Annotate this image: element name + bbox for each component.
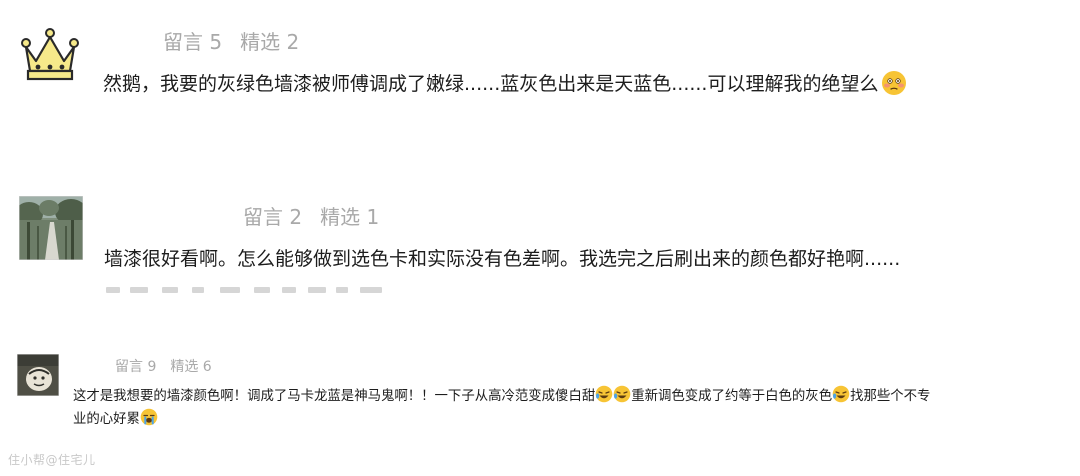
laughing-crying-emoji <box>832 385 850 403</box>
comment-3-text: 这才是我想要的墙漆颜色啊！调成了马卡龙蓝是神马鬼啊！！一下子从高冷范变成傻白甜 重… <box>73 385 1063 431</box>
flushed-face-emoji <box>881 70 907 96</box>
comment-2-text: 墙漆很好看啊。怎么能够做到选色卡和实际没有色差啊。我选完之后刷出来的颜色都好艳啊… <box>104 245 900 273</box>
comment-3-text-part-2: 重新调色变成了约等于白色的灰色 <box>631 389 833 404</box>
comment-2-text-part-1: 墙漆很好看啊。怎么能够做到选色卡和实际没有色差啊。我选完之后刷出来的颜色都好艳啊… <box>104 248 901 270</box>
comment-2-featured-count: 精选 1 <box>320 205 380 229</box>
comment-2-avatar[interactable] <box>19 196 83 260</box>
comment-3-avatar[interactable] <box>17 354 59 396</box>
truncated-next-line <box>104 287 404 293</box>
crown-icon <box>21 28 79 81</box>
comment-3-stats: 留言 9 精选 6 <box>115 356 212 376</box>
comment-1-featured-count: 精选 2 <box>240 30 300 54</box>
watermark: 住小帮@住宅儿 <box>8 453 96 467</box>
comment-3-text-part-4: 业的心好累 <box>73 412 140 427</box>
comment-screenshot: 留言 5 精选 2 然鹅，我要的灰绿色墙漆被师傅调成了嫩绿......蓝灰色出来是… <box>0 0 1080 476</box>
comment-3-featured-count: 精选 6 <box>170 359 212 375</box>
comment-3-message-count: 留言 9 <box>115 359 157 375</box>
loudly-crying-emoji <box>140 408 158 426</box>
comment-1-text: 然鹅，我要的灰绿色墙漆被师傅调成了嫩绿......蓝灰色出来是天蓝色......… <box>103 70 907 98</box>
comment-3-text-part-3: 找那些个不专 <box>850 389 931 404</box>
laughing-crying-emoji <box>595 385 613 403</box>
cartoon-face-photo <box>17 354 59 396</box>
comment-1-avatar[interactable] <box>18 27 82 83</box>
comment-2-stats: 留言 2 精选 1 <box>243 201 379 230</box>
comment-1-text-part-1: 然鹅，我要的灰绿色墙漆被师傅调成了嫩绿......蓝灰色出来是天蓝色......… <box>103 73 879 95</box>
forest-road-photo <box>19 196 83 260</box>
comment-3-text-part-1: 这才是我想要的墙漆颜色啊！调成了马卡龙蓝是神马鬼啊！！一下子从高冷范变成傻白甜 <box>73 389 596 404</box>
comment-1-stats: 留言 5 精选 2 <box>163 26 299 55</box>
comment-2-message-count: 留言 2 <box>243 205 303 229</box>
comment-1-message-count: 留言 5 <box>163 30 223 54</box>
laughing-crying-emoji <box>613 385 631 403</box>
